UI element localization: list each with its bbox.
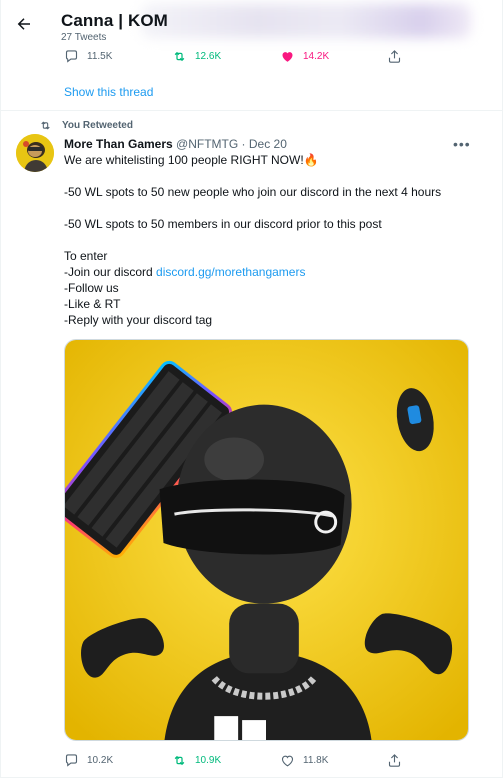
reply-button[interactable]: 11.5K <box>64 46 112 66</box>
tweet-divider <box>1 110 502 111</box>
tweet-actions: 10.2K 10.9K 11.8K <box>64 750 424 770</box>
retweet-banner: You Retweeted <box>39 119 133 132</box>
like-count: 11.8K <box>303 754 329 766</box>
share-button[interactable] <box>387 750 410 770</box>
retweet-arrows-icon <box>41 121 50 130</box>
share-upload-icon <box>388 49 401 63</box>
avatar-illustration <box>16 134 54 172</box>
tweet-text-segment: -Join our discord <box>64 265 157 279</box>
profile-header: Canna | KOM 27 Tweets <box>1 0 502 44</box>
tweet-text-line: To enter <box>64 249 108 263</box>
tweet-text-line: -50 WL spots to 50 members in our discor… <box>64 217 382 231</box>
tweet-text-line: We are whitelisting 100 people RIGHT NOW… <box>64 153 319 167</box>
tweet-count: 27 Tweets <box>61 32 107 43</box>
tweet-text-line: -Like & RT <box>64 297 121 311</box>
like-count: 14.2K <box>303 50 330 62</box>
retweet-arrows-icon <box>174 755 185 765</box>
retweet-button[interactable]: 12.6K <box>172 46 221 66</box>
prev-tweet-actions: 11.5K 12.6K 14.2K <box>64 46 424 66</box>
gamer-illustration <box>65 340 468 740</box>
retweet-banner-label: You Retweeted <box>62 120 133 131</box>
share-upload-icon <box>388 753 401 767</box>
retweet-button[interactable]: 10.9K <box>172 750 221 770</box>
reply-button[interactable]: 10.2K <box>64 750 113 770</box>
like-button[interactable]: 14.2K <box>280 46 329 66</box>
speech-bubble-icon <box>65 49 78 63</box>
like-button[interactable]: 11.8K <box>280 750 328 770</box>
tweet-author-row: More Than Gamers @NFTMTG · Dec 20 <box>64 137 287 151</box>
reply-count: 11.5K <box>87 50 113 62</box>
profile-title: Canna | KOM <box>61 11 168 30</box>
timeline-column: Canna | KOM 27 Tweets 11.5K 12.6K 14.2K … <box>0 0 503 778</box>
retweet-count: 10.9K <box>195 754 222 766</box>
heart-icon <box>282 51 293 62</box>
tweet-media-image[interactable] <box>64 339 469 741</box>
author-handle-date[interactable]: @NFTMTG · Dec 20 <box>176 137 287 151</box>
speech-bubble-icon <box>65 753 78 767</box>
reply-count: 10.2K <box>87 754 114 766</box>
retweet-arrows-icon <box>174 51 185 61</box>
ellipsis-icon[interactable]: ••• <box>453 136 471 152</box>
discord-link[interactable]: discord.gg/morethangamers <box>156 265 305 279</box>
avatar[interactable] <box>16 134 54 172</box>
arrow-left-icon[interactable] <box>15 15 33 33</box>
tweet-text-line: -Join our discord discord.gg/morethangam… <box>64 265 305 280</box>
show-thread-link[interactable]: Show this thread <box>64 85 153 99</box>
author-name[interactable]: More Than Gamers <box>64 137 173 151</box>
heart-icon <box>281 755 294 766</box>
retweet-count: 12.6K <box>195 50 222 62</box>
tweet-text-line: -50 WL spots to 50 new people who join o… <box>64 185 442 199</box>
tweet-text-line: -Reply with your discord tag <box>64 313 213 327</box>
tweet-text-line: -Follow us <box>64 281 119 295</box>
share-button[interactable] <box>387 46 410 66</box>
